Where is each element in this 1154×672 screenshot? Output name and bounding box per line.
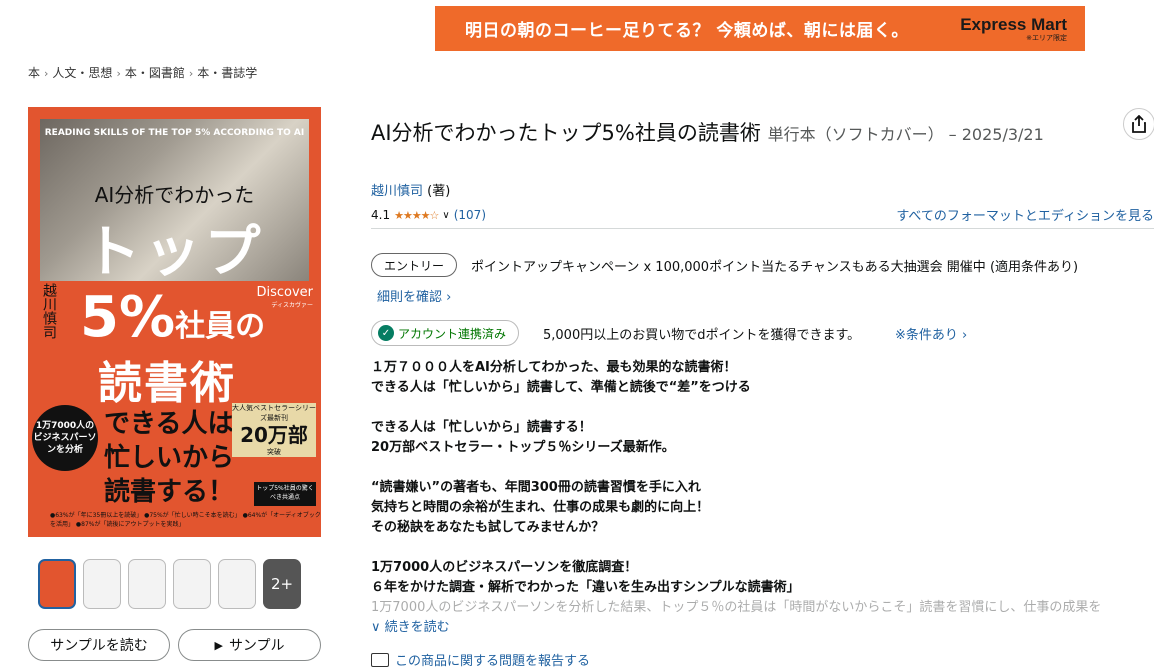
cover-photo: READING SKILLS OF THE TOP 5% ACCORDING T…	[40, 119, 309, 285]
thumbnail-1[interactable]	[38, 559, 76, 609]
thumbnail-4[interactable]	[173, 559, 211, 609]
thumbnail-3[interactable]	[128, 559, 166, 609]
cover-feature-badge: トップ5%社員の驚くべき共通点	[254, 482, 316, 506]
cover-5-text: 5%	[80, 285, 176, 350]
entry-button[interactable]: エントリー	[371, 253, 458, 277]
description-line	[371, 398, 1154, 418]
report-label: この商品に関する問題を報告する	[395, 654, 591, 669]
description-line: 20万部ベストセラー・トップ５％シリーズ最新作。	[371, 440, 675, 455]
details-link[interactable]: 細則を確認 ›	[377, 286, 451, 305]
book-cover-image[interactable]: READING SKILLS OF THE TOP 5% ACCORDING T…	[28, 107, 321, 537]
banner-logo-text: Express Mart	[960, 14, 1067, 34]
badge-bottom: 突破	[267, 448, 281, 456]
chevron-right-icon: ›	[188, 67, 194, 80]
badge-top: 大人気ベストセラーシリーズ最新刊	[232, 404, 316, 422]
banner-text: 明日の朝のコーヒー足りてる？ 今頼めば、朝には届く。	[465, 21, 909, 41]
cover-author: 越川慎司	[41, 283, 57, 339]
account-linked-badge: ✓ アカウント連携済み	[371, 320, 520, 346]
play-icon: ▶	[214, 638, 223, 652]
thumbnail-strip: 2+	[38, 559, 301, 609]
audio-sample-button[interactable]: ▶ サンプル	[178, 629, 321, 661]
description-fade-line: 1万7000人のビジネスパーソンを分析した結果、トップ５％の社員は「時間がないか…	[371, 600, 1102, 615]
share-button[interactable]	[1123, 108, 1154, 140]
description-line: “読書嫌い”の著者も、年間300冊の読書習慣を手に入れ	[371, 480, 701, 495]
audio-sample-label: サンプル	[228, 638, 285, 654]
report-issue-link[interactable]: この商品に関する問題を報告する	[371, 650, 590, 669]
read-sample-button[interactable]: サンプルを読む	[28, 629, 170, 661]
breadcrumb-item[interactable]: 本・書誌学	[197, 66, 257, 80]
product-title-text: AI分析でわかったトップ5%社員の読書術	[371, 121, 761, 145]
breadcrumb-item[interactable]: 本	[28, 66, 40, 80]
cover-bestseller-badge: 大人気ベストセラーシリーズ最新刊 20万部 突破	[232, 403, 316, 457]
chevron-right-icon: ›	[442, 290, 452, 305]
banner-logo-sub: ※エリア限定	[1026, 33, 1067, 42]
product-format: 単行本（ソフトカバー） – 2025/3/21	[767, 125, 1044, 144]
more-thumbnails-button[interactable]: 2+	[263, 559, 301, 609]
comment-icon	[371, 652, 389, 667]
author-role: (著)	[427, 184, 451, 199]
conditions-link[interactable]: ※条件あり ›	[895, 324, 967, 343]
cover-footnote: ●63%が「年に35冊以上を読破」 ●75%が「忙しい時こそ本を読む」 ●64%…	[50, 512, 321, 528]
cover-main-copy: できる人は忙しいから読書する！	[104, 409, 235, 507]
author-line: 越川慎司 (著)	[371, 180, 450, 199]
share-icon	[1132, 115, 1146, 133]
author-link[interactable]: 越川慎司	[371, 184, 423, 199]
breadcrumb-item[interactable]: 本・図書館	[125, 66, 185, 80]
express-mart-logo: Express Mart ※エリア限定	[960, 15, 1067, 43]
conditions-label: ※条件あり	[895, 328, 958, 343]
description-line: ６年をかけた調査・解析でわかった「違いを生み出すシンプルな読書術」	[371, 580, 800, 595]
cover-top-text: トップ	[84, 220, 265, 285]
star-rating-icon: ★★★★☆	[394, 208, 439, 222]
description-line: １万７０００人をAI分析してわかった、最も効果的な読書術！	[371, 360, 737, 375]
rating-row[interactable]: 4.1 ★★★★☆ ∨ (107)	[371, 208, 486, 222]
all-formats-link[interactable]: すべてのフォーマットとエディションを見る	[896, 205, 1154, 224]
description-line: その秘訣をあなたも試してみませんか？	[371, 520, 605, 535]
review-count-link[interactable]: (107)	[454, 208, 486, 222]
details-label: 細則を確認	[377, 290, 443, 305]
rating-value: 4.1	[371, 208, 391, 222]
chevron-right-icon: ›	[44, 67, 49, 80]
thumbnail-5[interactable]	[218, 559, 256, 609]
read-more-label: 続きを読む	[384, 620, 450, 635]
thumbnail-2[interactable]	[83, 559, 121, 609]
cover-five-percent: 5%社員の	[80, 285, 265, 350]
cover-ai-line: AI分析でわかった	[94, 183, 255, 207]
product-description: １万７０００人をAI分析してわかった、最も効果的な読書術！ できる人は「忙しいか…	[371, 358, 1154, 598]
cover-circle-badge: 1万7000人のビジネスパーソンを分析	[32, 405, 98, 471]
divider	[371, 228, 1154, 229]
ad-banner[interactable]: 明日の朝のコーヒー足りてる？ 今頼めば、朝には届く。 Express Mart …	[435, 6, 1085, 51]
product-title: AI分析でわかったトップ5%社員の読書術 単行本（ソフトカバー） – 2025/…	[371, 114, 1071, 154]
breadcrumb-item[interactable]: 人文・思想	[52, 66, 112, 80]
cover-read-text: 読書術	[98, 358, 236, 409]
chevron-right-icon: ›	[116, 67, 121, 80]
description-line: できる人は「忙しいから」読書して、準備と読後で“差”をつける	[371, 380, 751, 395]
chevron-right-icon: ›	[957, 328, 968, 343]
breadcrumb: 本 › 人文・思想 › 本・図書館 › 本・書誌学	[28, 64, 257, 81]
badge-big: 20万部	[240, 423, 308, 447]
chevron-down-icon[interactable]: ∨	[442, 210, 449, 221]
cover-shain-text: 社員の	[175, 309, 266, 344]
cover-en-title: READING SKILLS OF THE TOP 5% ACCORDING T…	[44, 128, 305, 138]
description-line	[371, 458, 1154, 478]
check-icon: ✓	[378, 325, 394, 341]
read-sample-label: サンプルを読む	[50, 638, 148, 654]
description-line: 気持ちと時間の余裕が生まれ、仕事の成果も劇的に向上！	[371, 500, 710, 515]
description-line	[371, 538, 1154, 558]
description-line: できる人は「忙しいから」読書する！	[371, 420, 592, 435]
promo-text: ポイントアップキャンペーン x 100,000ポイント当たるチャンスもある大抽選…	[471, 260, 1079, 275]
account-linked-label: アカウント連携済み	[398, 326, 507, 341]
read-more-link[interactable]: ∨ 続きを読む	[371, 616, 450, 635]
dpoint-text: 5,000円以上のお買い物でdポイントを獲得できます。	[543, 328, 861, 343]
chevron-down-icon: ∨	[371, 620, 381, 635]
description-line: 1万7000人のビジネスパーソンを徹底調査！	[371, 560, 638, 575]
